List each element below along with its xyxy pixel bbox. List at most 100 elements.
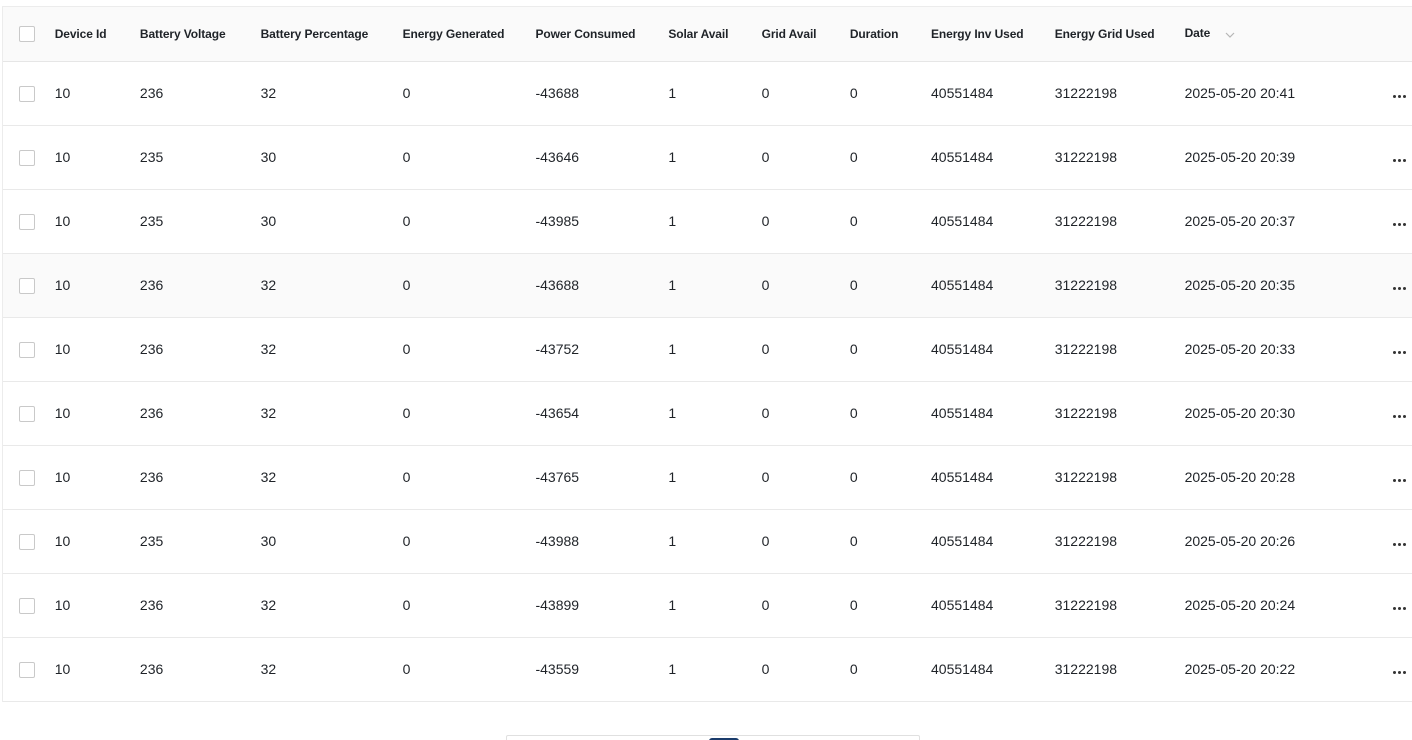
- row-select-cell: [3, 189, 55, 253]
- battery-voltage-cell: 236: [139, 405, 164, 421]
- power-consumed-cell: -43646: [535, 149, 580, 165]
- row-select-checkbox[interactable]: [19, 213, 35, 230]
- column-header-energy-grid-used[interactable]: Energy Grid Used: [1055, 7, 1185, 61]
- column-header-duration[interactable]: Duration: [850, 7, 931, 61]
- table-row[interactable]: 10 236 32 0 -43752 1 0 0 40551484 31222198 2025-05…: [3, 317, 1412, 381]
- power-consumed-cell: -43559: [535, 661, 580, 677]
- grid-avail-cell: 0: [761, 405, 770, 421]
- battery-voltage-cell: 236: [139, 85, 164, 101]
- more-horizontal-icon[interactable]: [1393, 671, 1407, 674]
- row-select-cell: [3, 573, 55, 637]
- table-row[interactable]: 10 236 32 0 -43688 1 0 0 40551484 31222198 2025-05…: [3, 253, 1412, 317]
- row-select-checkbox[interactable]: [19, 597, 35, 614]
- date-cell: 2025-05-20 20:39: [1184, 149, 1296, 165]
- table-row[interactable]: 10 236 32 0 -43654 1 0 0 40551484 31222198 2025-05…: [3, 381, 1412, 445]
- select-all-checkbox[interactable]: [19, 25, 35, 42]
- more-horizontal-icon[interactable]: [1393, 543, 1407, 546]
- energy-generated-cell: 0: [402, 149, 411, 165]
- row-actions-cell: [1383, 61, 1412, 125]
- battery-voltage-cell: 235: [139, 533, 164, 549]
- table-row[interactable]: 10 236 32 0 -43899 1 0 0 40551484 31222198 2025-05…: [3, 573, 1412, 637]
- more-horizontal-icon[interactable]: [1393, 159, 1407, 162]
- energy-grid-used-cell: 31222198: [1054, 85, 1118, 101]
- energy-inv-used-cell: 40551484: [931, 597, 994, 613]
- row-select-checkbox[interactable]: [19, 85, 35, 102]
- more-horizontal-icon[interactable]: [1393, 415, 1407, 418]
- row-select-checkbox[interactable]: [19, 405, 35, 422]
- device-id-cell: 10: [54, 661, 71, 677]
- row-select-checkbox[interactable]: [19, 341, 35, 358]
- row-select-checkbox[interactable]: [19, 533, 35, 550]
- column-header-power-consumed[interactable]: Power Consumed: [535, 7, 668, 61]
- energy-grid-used-cell: 31222198: [1054, 405, 1118, 421]
- device-id-cell: 10: [54, 597, 71, 613]
- energy-inv-used-cell: 40551484: [931, 341, 994, 357]
- solar-avail-cell: 1: [668, 149, 677, 165]
- battery-percentage-cell: 32: [260, 277, 277, 293]
- row-select-cell: [3, 509, 55, 573]
- column-header-solar-avail[interactable]: Solar Avail: [668, 7, 761, 61]
- column-header-battery-percentage[interactable]: Battery Percentage: [261, 7, 403, 61]
- duration-cell: 0: [849, 341, 858, 357]
- row-select-cell: [3, 61, 55, 125]
- power-consumed-cell: -43654: [535, 405, 580, 421]
- column-header-energy-inv-used[interactable]: Energy Inv Used: [931, 7, 1055, 61]
- battery-percentage-cell: 30: [260, 149, 277, 165]
- battery-percentage-cell: 32: [260, 661, 277, 677]
- battery-voltage-cell: 236: [139, 469, 164, 485]
- chevron-down-icon[interactable]: [1225, 27, 1235, 41]
- more-horizontal-icon[interactable]: [1393, 95, 1407, 98]
- date-cell: 2025-05-20 20:41: [1184, 85, 1296, 101]
- battery-voltage-cell: 235: [139, 213, 164, 229]
- more-horizontal-icon[interactable]: [1393, 479, 1407, 482]
- energy-generated-cell: 0: [402, 213, 411, 229]
- table-row[interactable]: 10 235 30 0 -43988 1 0 0 40551484 31222198 2025-05…: [3, 509, 1412, 573]
- grid-avail-cell: 0: [761, 341, 770, 357]
- device-id-cell: 10: [54, 341, 71, 357]
- grid-avail-cell: 0: [761, 533, 770, 549]
- energy-grid-used-cell: 31222198: [1054, 661, 1118, 677]
- solar-avail-cell: 1: [668, 405, 677, 421]
- device-id-cell: 10: [54, 533, 71, 549]
- row-actions-cell: [1383, 637, 1412, 701]
- duration-cell: 0: [849, 469, 858, 485]
- more-horizontal-icon[interactable]: [1393, 607, 1407, 610]
- row-actions-cell: [1383, 189, 1412, 253]
- duration-cell: 0: [849, 277, 858, 293]
- column-header-date[interactable]: Date: [1185, 7, 1384, 61]
- energy-generated-cell: 0: [402, 405, 411, 421]
- date-cell: 2025-05-20 20:28: [1184, 469, 1296, 485]
- energy-grid-used-cell: 31222198: [1054, 469, 1118, 485]
- table-row[interactable]: 10 236 32 0 -43688 1 0 0 40551484 31222198 2025-05…: [3, 61, 1412, 125]
- row-select-cell: [3, 125, 55, 189]
- table-header: Device Id Battery Voltage Battery Percen…: [3, 7, 1412, 61]
- device-id-cell: 10: [54, 469, 71, 485]
- more-horizontal-icon[interactable]: [1393, 287, 1407, 290]
- row-actions-cell: [1383, 509, 1412, 573]
- energy-grid-used-cell: 31222198: [1054, 213, 1118, 229]
- column-header-battery-voltage[interactable]: Battery Voltage: [140, 7, 261, 61]
- energy-inv-used-cell: 40551484: [931, 85, 994, 101]
- row-select-checkbox[interactable]: [19, 277, 35, 294]
- row-select-checkbox[interactable]: [19, 661, 35, 678]
- date-cell: 2025-05-20 20:33: [1184, 341, 1296, 357]
- row-select-checkbox[interactable]: [19, 149, 35, 166]
- table-row[interactable]: 10 235 30 0 -43985 1 0 0 40551484 31222198 2025-05…: [3, 189, 1412, 253]
- battery-percentage-cell: 30: [260, 213, 277, 229]
- table-row[interactable]: 10 236 32 0 -43765 1 0 0 40551484 31222198 2025-05…: [3, 445, 1412, 509]
- table-row[interactable]: 10 235 30 0 -43646 1 0 0 40551484 31222198 2025-05…: [3, 125, 1412, 189]
- energy-grid-used-cell: 31222198: [1054, 533, 1118, 549]
- table-row[interactable]: 10 236 32 0 -43559 1 0 0 40551484 31222198 2025-05…: [3, 637, 1412, 701]
- battery-voltage-cell: 235: [139, 149, 164, 165]
- column-header-grid-avail[interactable]: Grid Avail: [762, 7, 850, 61]
- column-header-device-id[interactable]: Device Id: [55, 7, 140, 61]
- row-actions-cell: [1383, 253, 1412, 317]
- power-consumed-cell: -43688: [535, 85, 580, 101]
- row-actions-cell: [1383, 125, 1412, 189]
- energy-inv-used-cell: 40551484: [931, 661, 994, 677]
- more-horizontal-icon[interactable]: [1393, 223, 1407, 226]
- row-select-checkbox[interactable]: [19, 469, 35, 486]
- solar-avail-cell: 1: [668, 85, 677, 101]
- more-horizontal-icon[interactable]: [1393, 351, 1407, 354]
- column-header-energy-generated[interactable]: Energy Generated: [403, 7, 536, 61]
